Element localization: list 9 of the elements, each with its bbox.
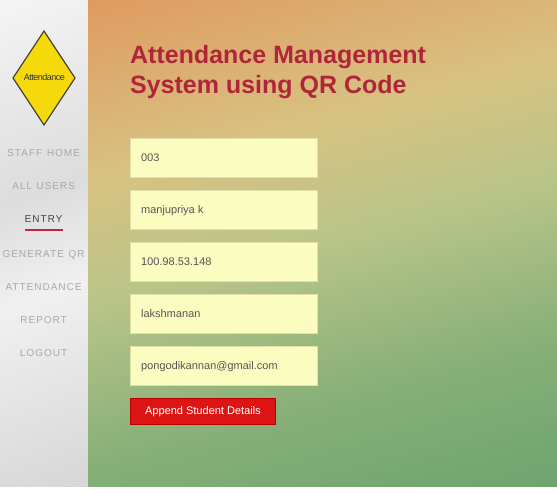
append-button[interactable]: Append Student Details [130,398,276,425]
logo-text: Attendance [24,71,64,84]
input-field[interactable]: manjupriya k [130,190,318,230]
input-field[interactable]: lakshmanan [130,294,318,334]
nav-link[interactable]: ENTRY [24,212,64,231]
input-field[interactable]: pongodikannan@gmail.com [130,346,318,386]
page-title: Attendance Management System using QR Code [130,40,427,100]
input-field[interactable]: 100.98.53.148 [130,242,318,282]
input-field[interactable]: 003 [130,138,318,178]
